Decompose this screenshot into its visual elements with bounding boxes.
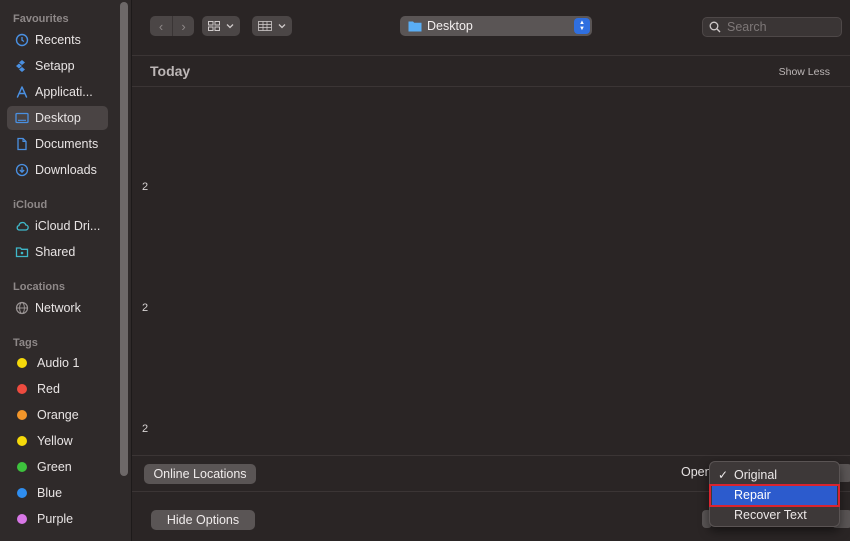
sidebar-section-tags: Tags [13, 337, 38, 349]
tag-color-dot-icon [17, 514, 27, 524]
location-popup[interactable]: Desktop ▲ ▼ [400, 16, 592, 36]
sidebar-item-icloud-drive[interactable]: iCloud Dri... [7, 214, 108, 238]
sidebar-item-documents[interactable]: Documents [7, 132, 108, 156]
tag-color-dot-icon [17, 410, 27, 420]
sidebar-item-label: Yellow [37, 434, 73, 448]
open-label: Open [681, 465, 712, 479]
sidebar-item-label: Network [35, 301, 81, 315]
sidebar-item-label: Shared [35, 245, 76, 259]
section-header: Today Show Less [132, 57, 850, 87]
menu-item-label: Recover Text [734, 508, 807, 522]
menu-item-label: Original [734, 468, 778, 482]
tag-color-dot-icon [17, 436, 27, 446]
sidebar-item-recents[interactable]: Recents [7, 28, 108, 52]
group-grid-icon [258, 21, 272, 31]
grid-icon [208, 21, 220, 31]
sidebar-item-shared[interactable]: Shared [7, 240, 108, 264]
download-icon [15, 163, 29, 177]
chevron-down-icon [226, 24, 234, 29]
sidebar-tag-purple[interactable]: Purple [7, 507, 108, 531]
sidebar-section-icloud: iCloud [13, 199, 48, 211]
chevron-down-icon [278, 24, 286, 29]
sidebar-item-applications[interactable]: Applicati... [7, 80, 108, 104]
sidebar-item-label: Documents [35, 137, 99, 151]
sidebar-tag-green[interactable]: Green [7, 455, 108, 479]
applications-icon [15, 85, 29, 99]
toolbar: ‹ › Desktop ▲ ▼ Search [132, 0, 850, 56]
chevron-left-icon: ‹ [158, 18, 164, 34]
sidebar-item-label: Desktop [35, 111, 81, 125]
tag-color-dot-icon [17, 384, 27, 394]
checkmark-icon: ✓ [718, 468, 729, 482]
sidebar-item-label: Blue [37, 486, 63, 500]
sidebar-item-label: Applicati... [35, 85, 93, 99]
sidebar-item-label: Red [37, 382, 60, 396]
tag-color-dot-icon [17, 358, 27, 368]
sidebar-section-favourites: Favourites [13, 13, 69, 25]
shared-folder-icon [15, 245, 29, 259]
sidebar-section-locations: Locations [13, 281, 65, 293]
search-field[interactable]: Search [702, 17, 842, 37]
group-by-button[interactable] [252, 16, 292, 36]
sidebar-tag-blue[interactable]: Blue [7, 481, 108, 505]
sidebar-tag-yellow[interactable]: Yellow [7, 429, 108, 453]
sidebar-item-downloads[interactable]: Downloads [7, 158, 108, 182]
sidebar-item-label: Purple [37, 512, 74, 526]
sidebar-item-label: Orange [37, 408, 79, 422]
sidebar-tag-audio-1[interactable]: Audio 1 [7, 351, 108, 375]
file-label-fragment: 2 [142, 302, 149, 314]
desktop-icon [15, 111, 29, 125]
view-mode-button[interactable] [202, 16, 240, 36]
file-browser-area[interactable]: 2 2 2 [132, 88, 850, 454]
sidebar-scrollbar[interactable] [120, 2, 128, 476]
sidebar-item-label: Audio 1 [37, 356, 80, 370]
file-label-fragment: 2 [142, 181, 149, 193]
tag-color-dot-icon [17, 488, 27, 498]
file-label-fragment: 2 [142, 423, 149, 435]
menu-item-recover-text[interactable]: Recover Text [712, 505, 837, 525]
sidebar-item-label: Recents [35, 33, 81, 47]
tag-color-dot-icon [17, 462, 27, 472]
annotation-highlight-box [709, 484, 840, 507]
sidebar-item-label: Downloads [35, 163, 97, 177]
sidebar-item-desktop[interactable]: Desktop [7, 106, 108, 130]
section-title: Today [150, 63, 191, 79]
stepper-icon: ▲ ▼ [574, 18, 590, 34]
sidebar-tag-red[interactable]: Red [7, 377, 108, 401]
sidebar-item-label: Setapp [35, 59, 75, 73]
document-icon [15, 137, 29, 151]
search-placeholder: Search [727, 20, 767, 34]
sidebar-item-setapp[interactable]: Setapp [7, 54, 108, 78]
sidebar-item-network[interactable]: Network [7, 296, 108, 320]
online-locations-button[interactable]: Online Locations [144, 464, 256, 484]
back-button[interactable]: ‹ [150, 16, 172, 36]
folder-icon [408, 21, 422, 32]
hide-options-button[interactable]: Hide Options [151, 510, 255, 530]
cloud-icon [15, 219, 29, 233]
location-label: Desktop [427, 19, 473, 33]
setapp-icon [15, 59, 29, 73]
sidebar-tag-orange[interactable]: Orange [7, 403, 108, 427]
chevron-right-icon: › [181, 18, 186, 34]
globe-icon [15, 301, 29, 315]
sidebar: Favourites Recents Setapp Applicati... D… [0, 0, 132, 541]
menu-item-original[interactable]: ✓ Original [712, 465, 837, 485]
sidebar-item-label: iCloud Dri... [35, 219, 101, 233]
show-less-button[interactable]: Show Less [779, 66, 830, 78]
search-icon [709, 21, 721, 33]
clock-icon [15, 33, 29, 47]
forward-button[interactable]: › [172, 16, 194, 36]
sidebar-item-label: Green [37, 460, 72, 474]
navigation-buttons: ‹ › [150, 16, 194, 36]
